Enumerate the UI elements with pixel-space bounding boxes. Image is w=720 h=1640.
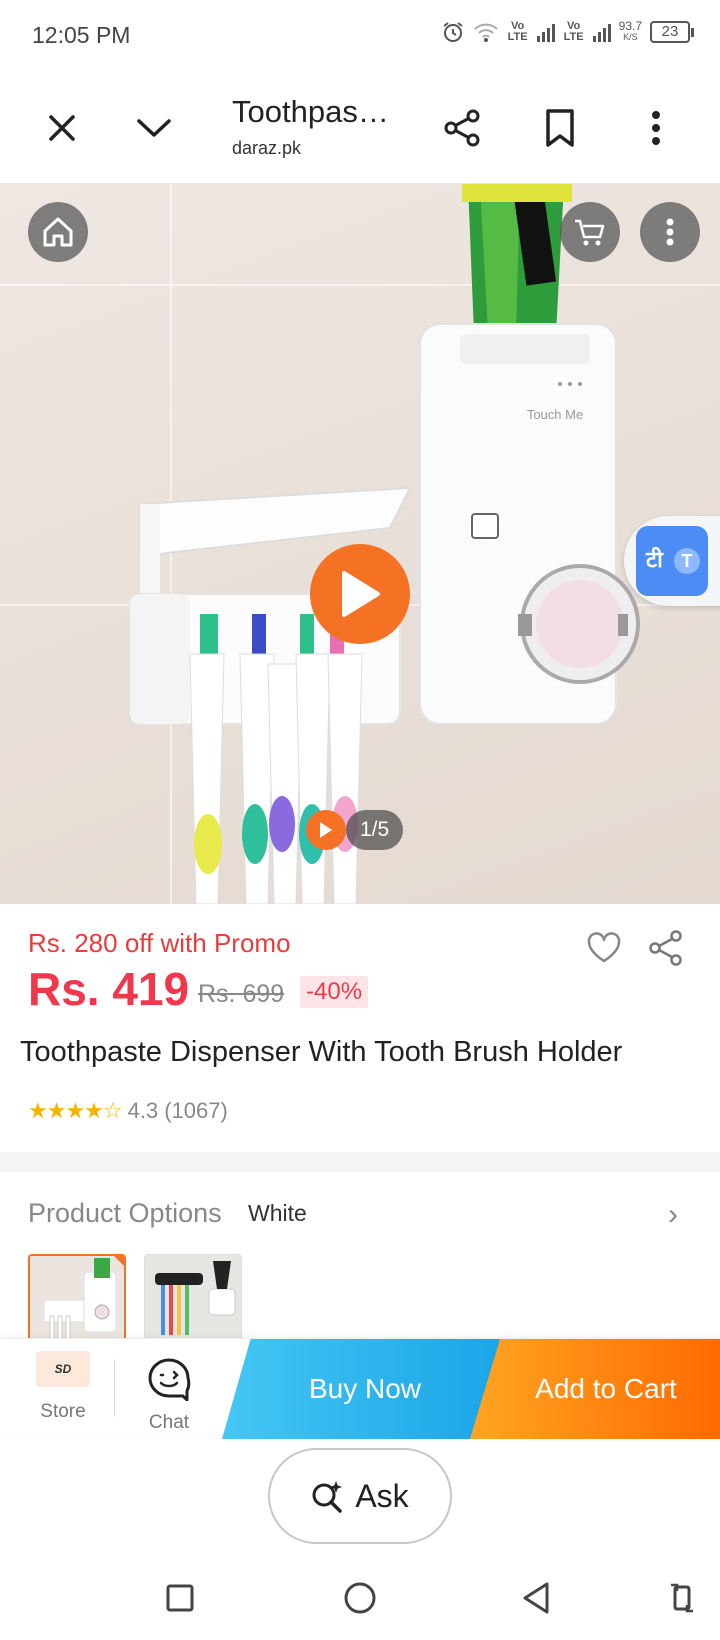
back-triangle-icon — [523, 1582, 549, 1614]
cart-icon — [575, 219, 605, 246]
close-button[interactable] — [32, 98, 92, 158]
image-counter: 1/5 — [346, 810, 404, 850]
more-options-button[interactable] — [626, 98, 686, 158]
original-price: Rs. 699 — [198, 980, 285, 1008]
play-video-button[interactable] — [310, 544, 410, 644]
divider — [114, 1359, 115, 1417]
network-speed: 93.7 K/S — [618, 19, 642, 43]
page-domain: daraz.pk — [232, 138, 302, 158]
option-thumbnail-white[interactable] — [28, 1254, 126, 1344]
translate-icon: टी T — [636, 526, 708, 596]
close-icon — [49, 115, 75, 141]
review-count: (1067) — [164, 1098, 228, 1123]
more-vertical-icon — [652, 111, 660, 145]
hero-more-button[interactable] — [640, 202, 700, 262]
product-rating[interactable]: ★★★★☆ 4.3 (1067) — [28, 1098, 228, 1124]
heart-icon — [587, 932, 621, 963]
dispenser-thumbnail-image — [145, 1255, 241, 1343]
wifi-icon — [473, 23, 498, 42]
recents-button[interactable] — [158, 1576, 202, 1620]
play-icon — [342, 571, 380, 617]
store-button[interactable]: SD Store — [20, 1349, 106, 1433]
battery-icon: 23 — [650, 21, 694, 43]
chat-icon — [148, 1358, 191, 1402]
translate-button[interactable]: टी T — [624, 516, 720, 606]
home-icon — [43, 217, 73, 247]
share-button[interactable] — [432, 98, 492, 158]
square-icon — [166, 1584, 194, 1612]
buy-now-button[interactable]: Buy Now — [222, 1339, 508, 1439]
share-icon — [444, 109, 480, 147]
sim1-label: Vo LTE — [507, 20, 528, 43]
bookmark-button[interactable] — [530, 98, 590, 158]
page-title: Toothpas… — [232, 94, 389, 129]
status-bar: 12:05 PM Vo LTE Vo LTE 93.7 K/S 23 — [0, 0, 720, 72]
signal-1-icon — [536, 22, 555, 42]
sparkle-search-icon — [312, 1481, 343, 1513]
wishlist-button[interactable] — [580, 924, 628, 972]
chevron-down-icon — [137, 119, 171, 137]
rotate-button[interactable] — [660, 1576, 704, 1620]
video-indicator[interactable] — [306, 810, 346, 850]
ask-button[interactable]: Ask — [268, 1448, 452, 1544]
chevron-right-icon[interactable]: › — [668, 1198, 678, 1232]
brand-text: Touch Me — [527, 407, 583, 422]
alarm-icon — [443, 22, 463, 42]
star-rating-icon: ★★★★☆ — [28, 1098, 123, 1123]
system-nav-bar — [0, 1554, 720, 1640]
section-divider — [0, 1152, 720, 1172]
product-share-button[interactable] — [642, 924, 690, 972]
sim2-label: Vo LTE — [563, 20, 584, 43]
minimize-button[interactable] — [124, 98, 184, 158]
bottom-action-bar: SD Store Chat Buy Now Add to Cart — [0, 1338, 720, 1441]
network-speed-unit: K/S — [623, 32, 638, 42]
dispenser-thumbnail-image — [30, 1256, 124, 1342]
back-button[interactable] — [514, 1576, 558, 1620]
ask-label: Ask — [355, 1477, 409, 1514]
product-image-gallery[interactable]: Touch Me 1/5 टी T — [0, 184, 720, 904]
option-thumbnail-black[interactable] — [144, 1254, 242, 1344]
battery-level: 23 — [661, 23, 679, 40]
home-nav-button[interactable] — [338, 1576, 382, 1620]
product-options-value[interactable]: White — [248, 1200, 307, 1227]
store-label: Store — [40, 1401, 86, 1422]
play-icon — [320, 822, 332, 838]
promo-text[interactable]: Rs. 280 off with Promo — [28, 928, 291, 959]
browser-toolbar: Toothpas… daraz.pk — [0, 72, 720, 184]
translate-hindi-label: टी — [646, 547, 663, 572]
home-button[interactable] — [28, 202, 88, 262]
product-title: Toothpaste Dispenser With Tooth Brush Ho… — [20, 1036, 623, 1068]
bookmark-icon — [546, 109, 574, 147]
status-icons: Vo LTE Vo LTE 93.7 K/S 23 — [441, 19, 694, 44]
translate-latin-label: T — [674, 548, 700, 574]
store-logo: SD — [36, 1351, 90, 1387]
current-price: Rs. 419 — [28, 963, 190, 1015]
share-icon — [649, 930, 682, 966]
add-to-cart-button[interactable]: Add to Cart — [470, 1339, 720, 1439]
status-time: 12:05 PM — [32, 22, 131, 48]
circle-icon — [344, 1582, 376, 1614]
more-vertical-icon — [666, 218, 674, 246]
network-speed-value: 93.7 — [618, 19, 642, 33]
chat-button[interactable]: Chat — [124, 1357, 214, 1441]
signal-2-icon — [592, 22, 611, 42]
rotate-icon — [671, 1583, 693, 1613]
chat-label: Chat — [148, 1412, 190, 1433]
media-counter: 1/5 — [306, 810, 404, 850]
cart-button[interactable] — [560, 202, 620, 262]
discount-badge: -40% — [300, 976, 369, 1008]
product-options-label[interactable]: Product Options — [28, 1198, 222, 1229]
rating-value: 4.3 — [127, 1098, 159, 1123]
